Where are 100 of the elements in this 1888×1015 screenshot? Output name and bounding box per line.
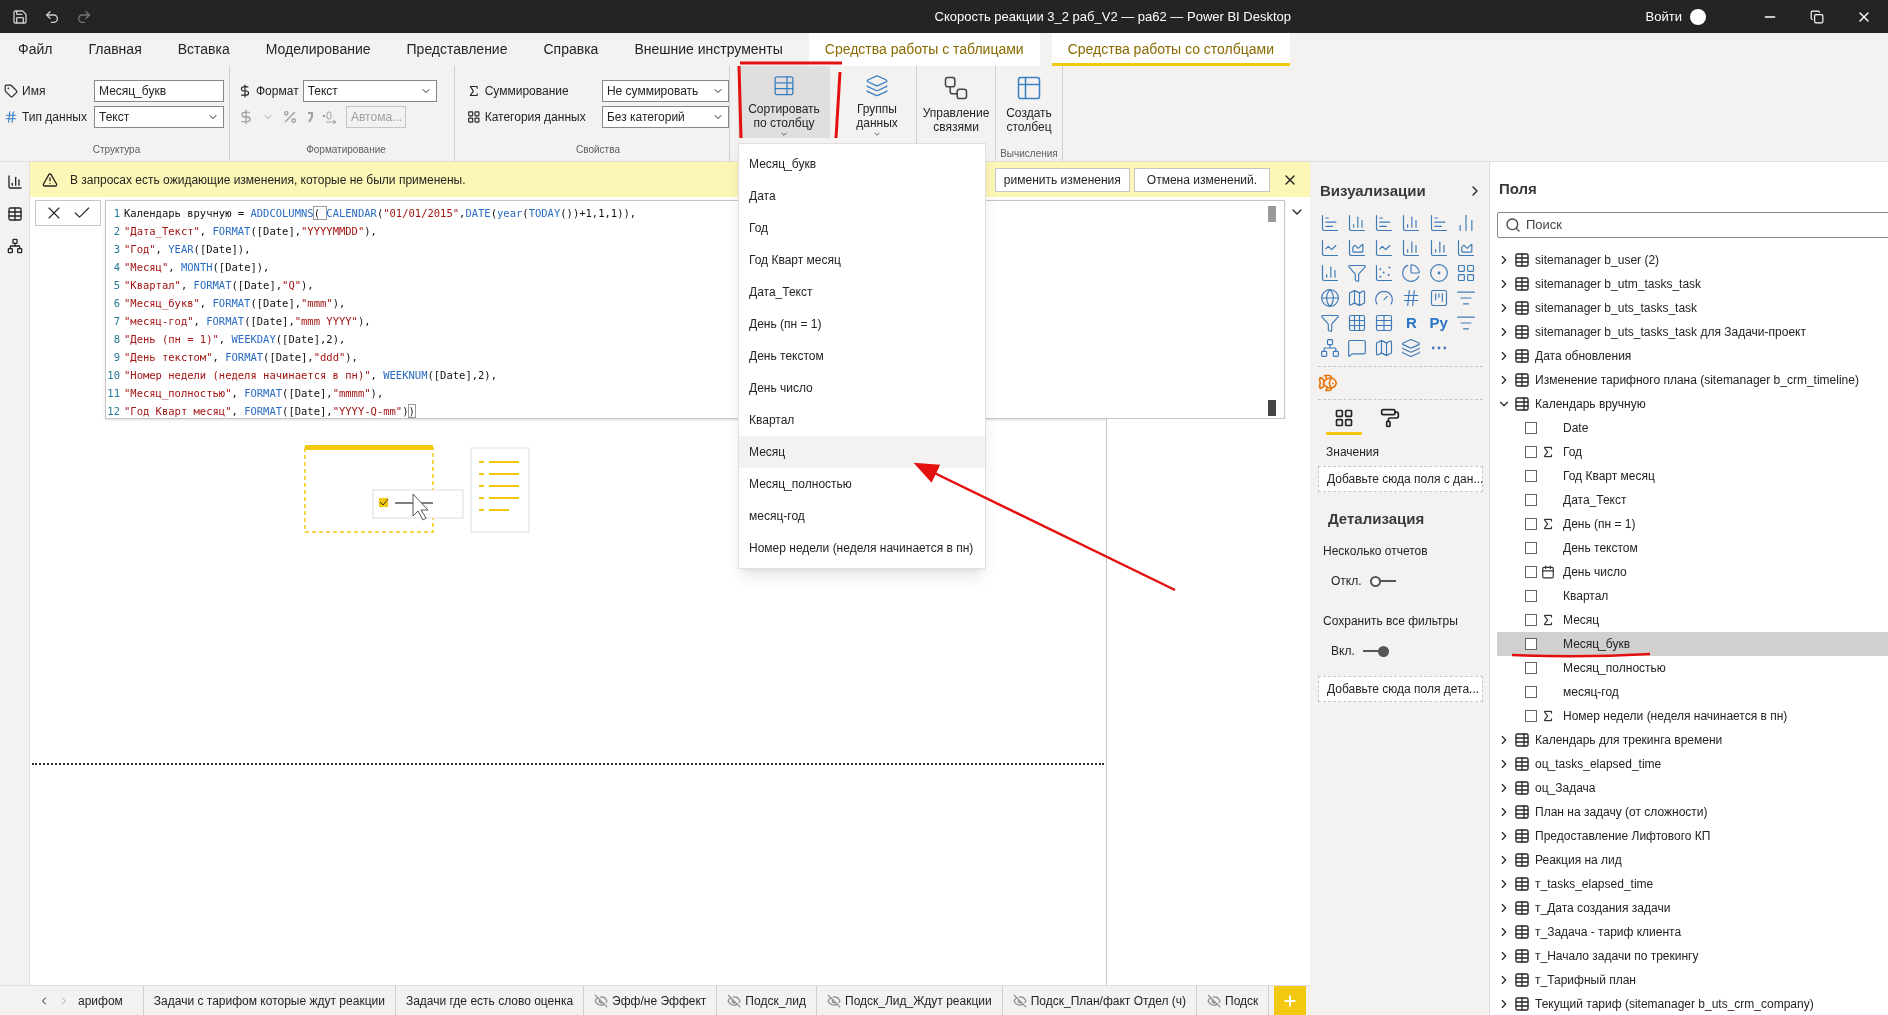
visual-type-icon[interactable]	[1428, 262, 1449, 283]
menu-item[interactable]: Месяц_букв	[739, 148, 985, 180]
field-row[interactable]: Дата_Текст	[1497, 487, 1888, 512]
field-row[interactable]: Месяц_букв	[1497, 631, 1888, 656]
search-field[interactable]: Поиск	[1497, 211, 1888, 238]
visual-type-icon[interactable]	[1347, 237, 1368, 258]
scrollbar-thumb[interactable]	[1268, 206, 1276, 222]
menu-item[interactable]: Номер недели (неделя начинается в пн)	[739, 532, 985, 564]
table-name[interactable]: оц_tasks_elapsed_time	[1535, 754, 1662, 773]
table-name[interactable]: Дата обновления	[1535, 346, 1632, 365]
ribbon-button[interactable]: Группы данных	[838, 66, 916, 138]
visual-type-icon[interactable]: R	[1401, 312, 1422, 333]
visual-type-icon[interactable]	[1428, 237, 1449, 258]
menu-item[interactable]: Дата_Текст	[739, 276, 985, 308]
page-tab[interactable]: Подск_Лид_Ждут реакции	[817, 986, 1003, 1015]
menu-tab[interactable]: Средства работы со столбцами	[1051, 33, 1291, 66]
table-name[interactable]: Предоставление Лифтового КП	[1535, 826, 1711, 845]
visual-type-icon[interactable]	[1374, 337, 1395, 358]
visual-type-icon[interactable]: Py	[1428, 312, 1449, 333]
table-name[interactable]: т_Дата создания задачи	[1535, 898, 1671, 917]
table-name[interactable]: sitemanager b_user (2)	[1535, 250, 1660, 269]
menu-tab[interactable]: Представление	[390, 33, 524, 66]
table-name[interactable]: т_Тарифный план	[1535, 970, 1636, 989]
field-row[interactable]: месяц-год	[1497, 679, 1888, 704]
field-checkbox[interactable]	[1525, 469, 1537, 482]
visual-type-icon[interactable]	[1428, 287, 1449, 308]
page-tab[interactable]: Задачи где есть слово оценка	[395, 986, 585, 1015]
fields-tab[interactable]	[1326, 407, 1362, 435]
visual-type-icon[interactable]	[1320, 287, 1340, 308]
warning-button[interactable]: Отмена изменений.	[1133, 167, 1270, 192]
menu-item[interactable]: Месяц	[739, 436, 985, 468]
toggle-switch[interactable]	[1362, 645, 1389, 657]
table-name[interactable]: sitemanager b_uts_tasks_task для Задачи-проект	[1535, 322, 1806, 341]
field-row[interactable]: Date	[1497, 415, 1888, 440]
menu-tab[interactable]: Справка	[527, 33, 615, 66]
undo-icon[interactable]	[44, 8, 60, 25]
menu-item[interactable]: месяц-год	[739, 500, 985, 532]
field-checkbox[interactable]	[1525, 541, 1537, 554]
menu-item[interactable]: Дата	[739, 180, 985, 212]
field-row[interactable]: Месяц_полностью	[1497, 655, 1888, 680]
field-checkbox[interactable]	[1525, 517, 1537, 530]
visual-type-icon[interactable]	[1401, 237, 1422, 258]
page-tab[interactable]: Подск_План/факт Отдел (ч)	[1002, 986, 1197, 1015]
table-name[interactable]: План на задачу (от сложности)	[1535, 802, 1708, 821]
visual-type-icon[interactable]	[1320, 312, 1340, 333]
field-row[interactable]: День число	[1497, 559, 1888, 584]
model-view-icon[interactable]	[6, 238, 23, 254]
field-checkbox[interactable]	[1525, 613, 1537, 626]
field-checkbox[interactable]	[1525, 589, 1537, 602]
format-select[interactable]: Текст	[302, 80, 437, 102]
field-checkbox[interactable]	[1525, 637, 1537, 650]
field-row[interactable]: Квартал	[1497, 583, 1888, 608]
fish-icon[interactable]	[1318, 372, 1338, 393]
menu-item[interactable]: День число	[739, 372, 985, 404]
visual-type-icon[interactable]	[1347, 312, 1368, 333]
menu-tab[interactable]: Главная	[72, 33, 158, 66]
visual-type-icon[interactable]	[1401, 212, 1422, 233]
menu-tab[interactable]: Моделирование	[249, 33, 387, 66]
data-view-icon[interactable]	[6, 206, 23, 222]
category-select[interactable]: Без категорий	[601, 106, 729, 128]
table-name[interactable]: sitemanager b_utm_tasks_task	[1535, 274, 1702, 293]
visual-type-icon[interactable]	[1374, 262, 1395, 283]
ribbon-button[interactable]: Сортировать по столбцу	[738, 66, 830, 138]
table-name[interactable]: т_Начало задачи по трекингу	[1535, 946, 1699, 965]
field-row[interactable]: День (пн = 1)	[1497, 511, 1888, 536]
drop-zone[interactable]: Добавьте сюда поля дета...	[1318, 676, 1483, 702]
field-row[interactable]: Месяц	[1497, 607, 1888, 632]
field-row[interactable]: Год Кварт месяц	[1497, 463, 1888, 488]
visual-type-icon[interactable]	[1374, 237, 1395, 258]
visual-type-icon[interactable]	[1401, 262, 1422, 283]
visual-type-icon[interactable]	[1347, 212, 1368, 233]
field-checkbox[interactable]	[1525, 661, 1537, 674]
visual-type-icon[interactable]	[1455, 237, 1476, 258]
field-checkbox[interactable]	[1525, 565, 1537, 578]
summarize-select[interactable]: Не суммировать	[601, 80, 729, 102]
menu-tab[interactable]: Вставка	[161, 33, 246, 66]
data-type-select[interactable]: Текст	[94, 106, 224, 128]
table-name[interactable]: Календарь для трекинга времени	[1535, 730, 1723, 749]
field-row[interactable]: Номер недели (неделя начинается в пн)	[1497, 703, 1888, 728]
menu-tab[interactable]: Внешние инструменты	[618, 33, 799, 66]
visual-type-icon[interactable]	[1320, 262, 1340, 283]
page-tab[interactable]: арифом	[78, 986, 144, 1015]
visual-type-icon[interactable]	[1401, 337, 1422, 358]
table-name[interactable]: т_Задача - тариф клиента	[1535, 922, 1682, 941]
menu-item[interactable]: Квартал	[739, 404, 985, 436]
visual-type-icon[interactable]	[1320, 237, 1340, 258]
field-checkbox[interactable]	[1525, 685, 1537, 698]
table-name[interactable]: оц_Задача	[1535, 778, 1596, 797]
visual-type-icon[interactable]	[1347, 287, 1368, 308]
page-tab[interactable]: Подск_лид	[717, 986, 818, 1015]
visual-type-icon[interactable]	[1347, 262, 1368, 283]
avatar[interactable]	[1690, 8, 1706, 25]
menu-item[interactable]: День текстом	[739, 340, 985, 372]
menu-tab[interactable]: Файл	[2, 33, 69, 66]
field-checkbox[interactable]	[1525, 493, 1537, 506]
ribbon-button[interactable]: Создать столбец	[996, 66, 1062, 138]
field-checkbox[interactable]	[1525, 421, 1537, 434]
visual-type-icon[interactable]	[1455, 262, 1476, 283]
visual-type-icon[interactable]	[1374, 312, 1395, 333]
visual-type-icon[interactable]	[1428, 212, 1449, 233]
